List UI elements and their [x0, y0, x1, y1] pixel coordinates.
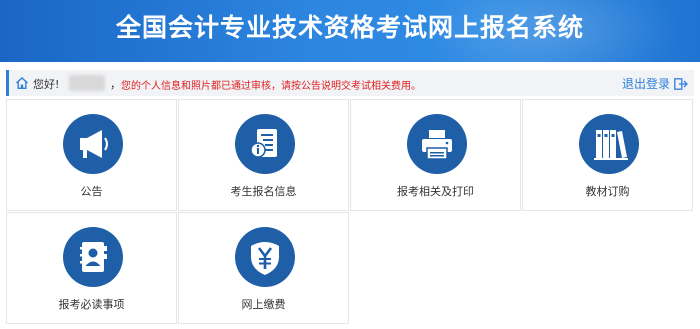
- function-grid: 公告 考生报名信息 报考相关及打印 教材订购 报考必读事项 网上缴费: [6, 99, 695, 325]
- required-reading-icon-circle: [63, 227, 123, 287]
- books-icon: [594, 130, 628, 160]
- header-banner: 全国会计专业技术资格考试网上报名系统: [0, 0, 700, 62]
- tile-registration-info[interactable]: 考生报名信息: [178, 99, 349, 211]
- audit-status-message: 您的个人信息和照片都已通过审核，请按公告说明交考试相关费用。: [121, 81, 421, 92]
- tile-required-reading[interactable]: 报考必读事项: [6, 212, 177, 324]
- tile-announcement[interactable]: 公告: [6, 99, 177, 211]
- home-icon[interactable]: [15, 76, 29, 90]
- greeting-comma: ，: [110, 78, 121, 91]
- page-title: 全国会计专业技术资格考试网上报名系统: [115, 13, 584, 42]
- info-document-icon: [250, 129, 277, 158]
- printer-icon: [422, 130, 452, 160]
- notice-bar: 您好! ， 您的个人信息和照片都已通过审核，请按公告说明交考试相关费用。 退出登…: [6, 70, 694, 96]
- tile-label: 网上缴费: [241, 298, 286, 311]
- megaphone-icon: [80, 130, 108, 158]
- logout-icon: [674, 77, 688, 90]
- tile-label: 教材订购: [585, 185, 630, 198]
- tile-label: 考生报名信息: [230, 185, 297, 198]
- payment-icon-circle: [235, 227, 295, 287]
- tile-label: 报考必读事项: [58, 298, 125, 311]
- logout-label: 退出登录: [621, 77, 670, 91]
- announcement-icon-circle: [63, 114, 123, 174]
- tile-label: 报考相关及打印: [397, 185, 474, 198]
- yen-shield-icon: [251, 242, 279, 275]
- tile-online-payment[interactable]: 网上缴费: [178, 212, 349, 324]
- contact-book-icon: [80, 242, 107, 272]
- tile-print[interactable]: 报考相关及打印: [350, 99, 521, 211]
- textbook-icon-circle: [579, 114, 639, 174]
- registration-info-icon-circle: [235, 114, 295, 174]
- tile-label: 公告: [80, 185, 103, 198]
- username-redacted: [69, 75, 105, 91]
- print-icon-circle: [407, 114, 467, 174]
- tile-textbook-order[interactable]: 教材订购: [522, 99, 693, 211]
- greeting-text: 您好!: [33, 78, 60, 91]
- logout-link[interactable]: 退出登录: [622, 75, 688, 92]
